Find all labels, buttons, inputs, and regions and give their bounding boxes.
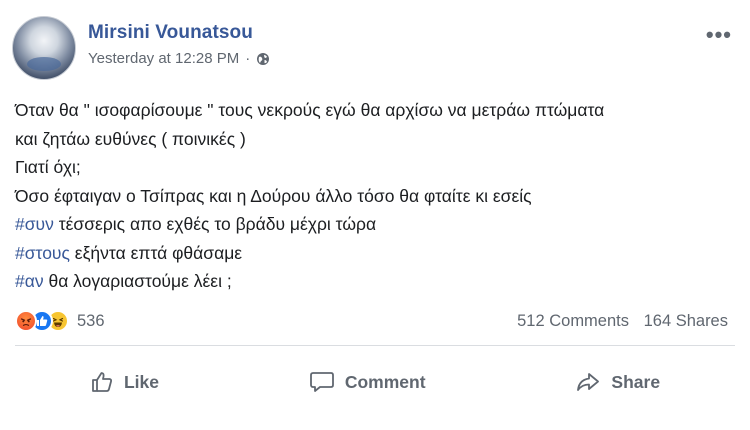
post-line: Γιατί όχι; <box>15 157 81 177</box>
post-stats: 536 512 Comments 164 Shares <box>15 308 728 334</box>
time-row: Yesterday at 12:28 PM · <box>88 50 270 67</box>
reaction-count[interactable]: 536 <box>77 312 105 331</box>
post-line: #συν τέσσερις απο εχθές το βράδυ μέχρι τ… <box>15 210 735 239</box>
post-line-text: θα λογαριαστούμε λέει ; <box>43 271 232 291</box>
post-line: #αν θα λογαριαστούμε λέει ; <box>15 267 735 296</box>
post-header: Mirsini Vounatsou Yesterday at 12:28 PM … <box>12 16 270 80</box>
comment-button[interactable]: Comment <box>291 364 444 400</box>
reactions-summary[interactable]: 536 <box>15 310 105 332</box>
post-line-text: εξήντα επτά φθάσαμε <box>69 242 243 263</box>
post-line: #στους εξήντα επτά φθάσαμε <box>15 239 735 268</box>
post-line: Όσο έφταιγαν ο Τσίπρας και η Δούρου άλλο… <box>15 185 532 206</box>
hashtag-link[interactable]: #στους <box>15 243 70 263</box>
post-meta: Mirsini Vounatsou Yesterday at 12:28 PM … <box>88 22 270 67</box>
share-arrow-icon <box>577 373 600 391</box>
like-button[interactable]: Like <box>72 364 177 400</box>
post-line: και ζητάω ευθύνες ( ποινικές ) <box>15 128 246 149</box>
share-button[interactable]: Share <box>557 364 678 400</box>
hashtag-link[interactable]: #αν <box>15 271 44 291</box>
like-label: Like <box>123 371 159 392</box>
more-options-icon[interactable]: ••• <box>706 22 732 48</box>
engagement-counts: 512 Comments 164 Shares <box>517 312 728 331</box>
hashtag-link[interactable]: #συν <box>15 214 54 234</box>
facebook-post: Mirsini Vounatsou Yesterday at 12:28 PM … <box>0 0 750 430</box>
angry-reaction-icon <box>15 310 37 332</box>
globe-icon[interactable] <box>256 52 270 66</box>
separator-dot: · <box>245 50 251 67</box>
comment-label: Comment <box>344 371 426 392</box>
action-bar: Like Comment Share <box>15 360 735 404</box>
post-text: Όταν θα " ισοφαρίσουμε " τους νεκρούς εγ… <box>15 96 735 296</box>
divider <box>15 345 735 346</box>
share-label: Share <box>611 371 661 392</box>
author-name[interactable]: Mirsini Vounatsou <box>88 22 270 44</box>
comment-bubble-icon <box>309 372 334 392</box>
post-line: Όταν θα " ισοφαρίσουμε " τους νεκρούς εγ… <box>15 100 605 120</box>
comments-count[interactable]: 512 Comments <box>517 312 629 330</box>
shares-count[interactable]: 164 Shares <box>644 312 728 330</box>
post-timestamp[interactable]: Yesterday at 12:28 PM <box>88 50 239 67</box>
thumbs-up-icon <box>92 372 112 392</box>
avatar[interactable] <box>12 16 76 80</box>
post-line-text: τέσσερις απο εχθές το βράδυ μέχρι τώρα <box>53 214 377 234</box>
